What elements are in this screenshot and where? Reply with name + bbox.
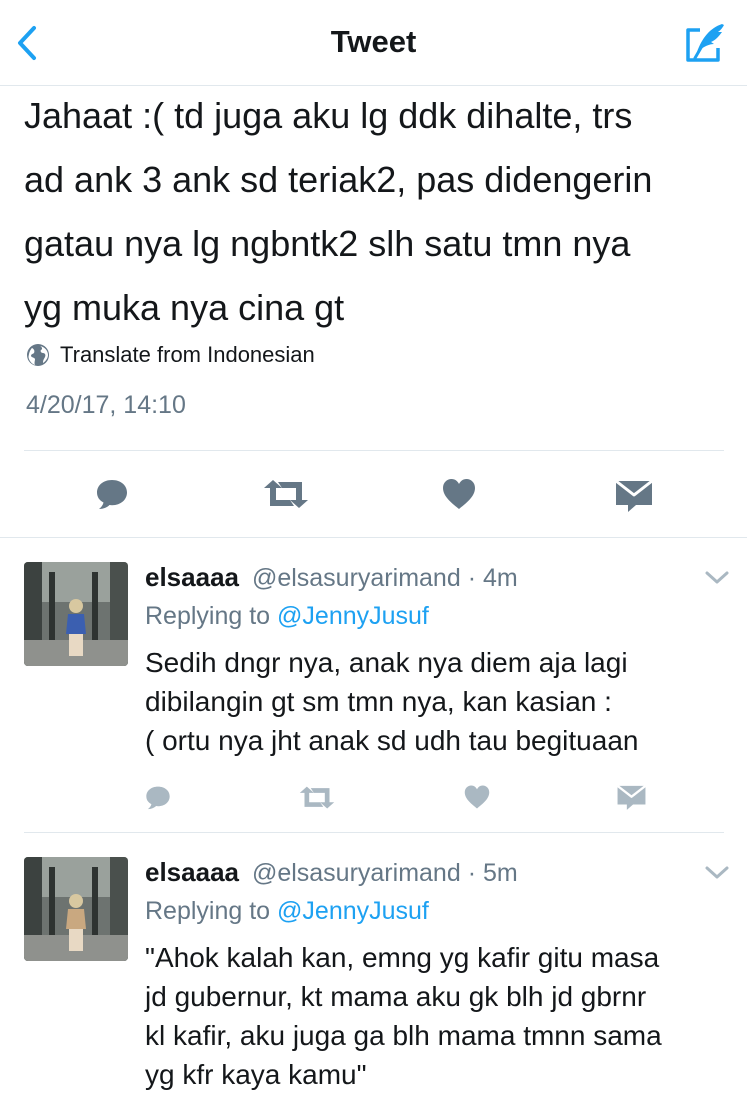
chevron-down-icon [705,571,729,584]
reply-tweet[interactable]: elsaaaa @elsasuryarimand · 5m Replying t… [0,833,747,1108]
user-handle[interactable]: @elsasuryarimand [252,859,461,887]
compose-tweet-icon [686,24,724,62]
display-name[interactable]: elsaaaa [145,857,239,887]
reply-text: "Ahok kalah kan, emng yg kafir gitu masa… [145,938,735,1094]
reply-actions [0,778,747,818]
nav-header: Tweet [0,0,747,86]
reply-text: Sedih dngr nya, anak nya diem aja lagi d… [145,643,735,760]
like-button[interactable] [462,782,492,812]
reply-icon [146,786,170,809]
tweet-text-line: yg muka nya cina gt [24,287,345,328]
tweet-actions [0,466,747,522]
direct-message-icon [615,479,653,512]
reply-text-line: yg kfr kaya kamu" [145,1059,367,1090]
more-options-button[interactable] [704,864,730,882]
reply-text-line: kl kafir, aku juga ga blh mama tmnn sama [145,1020,662,1051]
reply-text-line: jd gubernur, kt mama aku gk blh jd gbrnr [145,981,647,1012]
display-name[interactable]: elsaaaa [145,562,239,592]
user-handle[interactable]: @elsasuryarimand [252,564,461,592]
divider [24,450,724,451]
reply-text-line: Sedih dngr nya, anak nya diem aja lagi [145,647,628,678]
like-button[interactable] [440,476,478,512]
replying-prefix: Replying to [145,897,271,925]
tweet-age: 5m [482,859,518,887]
like-icon [464,785,490,809]
avatar[interactable] [24,857,128,961]
reply-text-line: "Ahok kalah kan, emng yg kafir gitu masa [145,942,660,973]
tweet-text: Jahaat :( td juga aku lg ddk dihalte, tr… [24,84,736,340]
avatar[interactable] [24,562,128,666]
reply-header: elsaaaa @elsasuryarimand · 4m [145,562,518,594]
reply-button[interactable] [92,476,132,512]
direct-message-icon [616,784,646,810]
retweet-icon [299,786,335,808]
tweet-age: 4m [482,564,518,592]
like-icon [443,479,475,509]
reply-text-line: ( ortu nya jht anak sd udh tau begituaan [145,725,639,756]
page-title: Tweet [330,24,417,59]
mention-link[interactable]: @JennyJusuf [277,897,429,925]
avatar-photo [24,857,128,961]
translate-button[interactable]: Translate from Indonesian [26,340,315,370]
mention-link[interactable]: @JennyJusuf [277,602,429,630]
reply-icon [97,480,127,509]
retweet-button[interactable] [262,478,310,510]
tweet-text-line: gatau nya lg ngbntk2 slh satu tmn nya [24,223,631,264]
more-options-button[interactable] [704,569,730,587]
tweet-text-line: ad ank 3 ank sd teriak2, pas didengerin [24,159,653,200]
reply-tweet[interactable]: elsaaaa @elsasuryarimand · 4m Replying t… [0,538,747,831]
direct-message-button[interactable] [613,478,655,514]
replying-to: Replying to @JennyJusuf [145,897,429,926]
reply-header: elsaaaa @elsasuryarimand · 5m [145,857,518,889]
direct-message-button[interactable] [615,782,647,812]
retweet-icon [264,480,308,508]
chevron-down-icon [705,866,729,879]
replying-to: Replying to @JennyJusuf [145,602,429,631]
tweet-timestamp: 4/20/17, 14:10 [26,391,186,419]
reply-text-line: dibilangin gt sm tmn nya, kan kasian : [145,686,612,717]
avatar-photo [24,562,128,666]
compose-tweet-button[interactable] [680,20,730,66]
tweet-text-line: Jahaat :( td juga aku lg ddk dihalte, tr… [24,95,633,136]
reply-button[interactable] [143,782,173,812]
globe-icon [27,344,49,366]
replying-prefix: Replying to [145,602,271,630]
separator: · [467,859,477,887]
separator: · [467,564,477,592]
translate-label: Translate from Indonesian [60,342,315,367]
retweet-button[interactable] [298,784,336,810]
